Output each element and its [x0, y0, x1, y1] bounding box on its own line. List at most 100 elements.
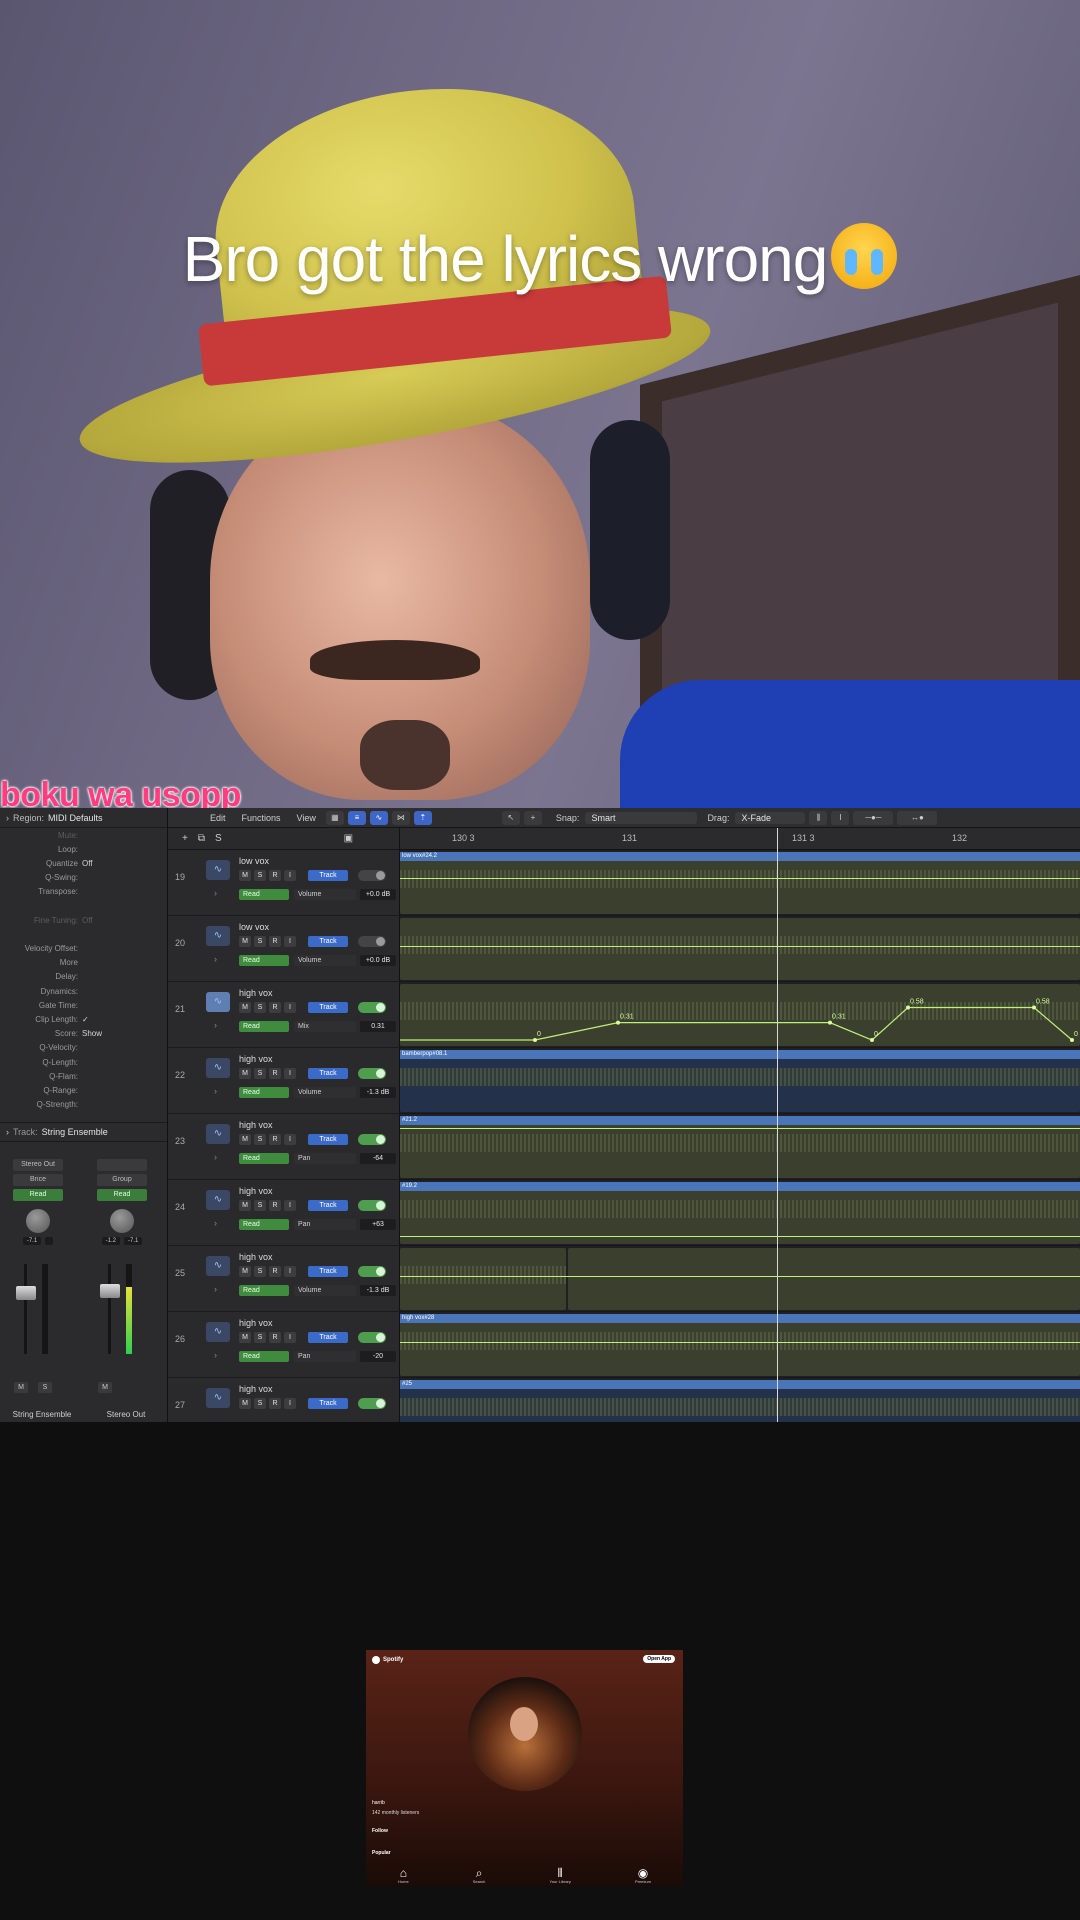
solo-button[interactable]: S	[254, 1398, 266, 1409]
volume-toggle[interactable]	[358, 1266, 386, 1277]
automation-line[interactable]	[400, 1006, 1073, 1041]
record-enable-button[interactable]: R	[269, 936, 281, 947]
automation-read-button[interactable]: Read	[239, 1021, 289, 1032]
horizontal-zoom-icon[interactable]: ↔●	[897, 810, 938, 825]
mute-button[interactable]: M	[98, 1382, 112, 1393]
region-header[interactable]: › Region: MIDI Defaults	[0, 808, 167, 828]
automation-point[interactable]	[870, 1038, 874, 1042]
automation-value[interactable]: +0.0 dB	[360, 889, 396, 900]
solo-button[interactable]: S	[254, 1068, 266, 1079]
track-name[interactable]: high vox	[239, 1384, 273, 1394]
automation-line[interactable]	[400, 878, 1080, 879]
solo-button[interactable]: S	[38, 1382, 52, 1393]
parameter-value[interactable]: Show	[82, 1029, 102, 1038]
track-name[interactable]: high vox	[239, 1120, 273, 1130]
functions-menu[interactable]: Functions	[236, 813, 287, 823]
parameter-value[interactable]: Off	[82, 916, 93, 925]
automation-point[interactable]	[906, 1005, 910, 1010]
audio-track-icon[interactable]: ∿	[206, 926, 230, 946]
pan-knob[interactable]	[110, 1209, 134, 1233]
automation-value[interactable]: 0.31	[360, 1021, 396, 1032]
flex-icon[interactable]: ⋈	[391, 810, 410, 825]
track-name[interactable]: high vox	[239, 988, 273, 998]
volume-fader[interactable]	[14, 1264, 54, 1354]
group-slot[interactable]: Bnce	[13, 1174, 63, 1186]
track-automation-button[interactable]: Track	[308, 1068, 348, 1079]
audio-track-icon[interactable]: ∿	[206, 1388, 230, 1408]
input-monitor-button[interactable]: I	[284, 1068, 296, 1079]
drag-select[interactable]: X-Fade	[735, 811, 806, 824]
volume-toggle[interactable]	[358, 870, 386, 881]
fader-cap[interactable]	[16, 1286, 36, 1300]
audio-region[interactable]: #19.2	[400, 1182, 1080, 1244]
track-header[interactable]: 20 ∿ low vox M S R I Track › Read Volume +0.0 dB	[168, 916, 400, 982]
mute-button[interactable]: M	[14, 1382, 28, 1393]
nav-item-search[interactable]: ⌕ Search	[473, 1867, 486, 1884]
input-monitor-button[interactable]: I	[284, 1002, 296, 1013]
volume-toggle[interactable]	[358, 1332, 386, 1343]
solo-button[interactable]: S	[254, 870, 266, 881]
duplicate-track-icon[interactable]: ⧉	[198, 833, 205, 844]
record-enable-button[interactable]: R	[269, 1332, 281, 1343]
volume-fader[interactable]	[98, 1264, 138, 1354]
automation-read-button[interactable]: Read	[239, 1087, 289, 1098]
mute-button[interactable]: M	[239, 1332, 251, 1343]
audio-track-icon[interactable]: ∿	[206, 1322, 230, 1342]
mute-button[interactable]: M	[239, 870, 251, 881]
automation-icon[interactable]: ∿	[369, 810, 388, 825]
expand-chevron-icon[interactable]: ›	[214, 1020, 217, 1030]
mute-button[interactable]: M	[239, 1200, 251, 1211]
automation-mode-button[interactable]: Read	[97, 1189, 147, 1201]
volume-toggle[interactable]	[358, 1398, 386, 1409]
solo-button[interactable]: S	[254, 1266, 266, 1277]
record-enable-button[interactable]: R	[269, 1068, 281, 1079]
record-enable-button[interactable]: R	[269, 1266, 281, 1277]
track-automation-button[interactable]: Track	[308, 1398, 348, 1409]
automation-point[interactable]	[828, 1020, 832, 1025]
disclosure-icon[interactable]: ›	[6, 813, 9, 823]
track-name[interactable]: high vox	[239, 1054, 273, 1064]
audio-region[interactable]: low vox#24.2	[400, 852, 1080, 914]
snap-select[interactable]: Smart	[585, 811, 698, 824]
automation-point[interactable]	[616, 1020, 620, 1025]
fader-cap[interactable]	[100, 1284, 120, 1298]
expand-chevron-icon[interactable]: ›	[214, 888, 217, 898]
nav-item-premium[interactable]: ◉ Premium	[635, 1867, 651, 1884]
list-icon[interactable]: ≡	[347, 810, 366, 825]
track-automation-button[interactable]: Track	[308, 1266, 348, 1277]
output-slot[interactable]: Stereo Out	[13, 1159, 63, 1171]
waveform-zoom-icon[interactable]: ⫼	[809, 810, 828, 825]
mute-button[interactable]: M	[239, 1068, 251, 1079]
mute-button[interactable]: M	[239, 936, 251, 947]
mute-button[interactable]: M	[239, 1266, 251, 1277]
track-header[interactable]: › Track: String Ensemble	[0, 1121, 167, 1142]
automation-parameter-select[interactable]: Pan	[294, 1153, 356, 1164]
open-app-button[interactable]: Open App	[643, 1655, 675, 1663]
audio-region[interactable]: high vox#28	[400, 1314, 1080, 1376]
automation-parameter-select[interactable]: Volume	[294, 889, 356, 900]
expand-chevron-icon[interactable]: ›	[214, 1086, 217, 1096]
nav-item-home[interactable]: ⌂ Home	[398, 1867, 409, 1884]
track-header[interactable]: 23 ∿ high vox M S R I Track › Read Pan -64	[168, 1114, 400, 1180]
automation-read-button[interactable]: Read	[239, 1153, 289, 1164]
add-track-icon[interactable]: +	[182, 833, 188, 844]
playhead[interactable]	[777, 828, 778, 1422]
solo-icon[interactable]: S	[215, 833, 222, 844]
disclosure-icon[interactable]: ›	[6, 1127, 9, 1137]
volume-toggle[interactable]	[358, 1200, 386, 1211]
automation-parameter-select[interactable]: Volume	[294, 1087, 356, 1098]
audio-track-icon[interactable]: ∿	[206, 860, 230, 880]
track-name[interactable]: high vox	[239, 1186, 273, 1196]
automation-point[interactable]	[1070, 1038, 1074, 1042]
parameter-value[interactable]: Off	[82, 859, 93, 868]
view-menu[interactable]: View	[291, 813, 322, 823]
input-monitor-button[interactable]: I	[284, 936, 296, 947]
volume-toggle[interactable]	[358, 1002, 386, 1013]
automation-point[interactable]	[533, 1038, 537, 1042]
track-header[interactable]: 21 ∿ high vox M S R I Track › Read Mix 0.31	[168, 982, 400, 1048]
input-monitor-button[interactable]: I	[284, 1200, 296, 1211]
automation-point[interactable]	[1032, 1005, 1036, 1010]
automation-line[interactable]	[400, 1342, 1080, 1343]
audio-region[interactable]: bamberpop#08.1	[400, 1050, 1080, 1112]
audio-track-icon[interactable]: ∿	[206, 1190, 230, 1210]
